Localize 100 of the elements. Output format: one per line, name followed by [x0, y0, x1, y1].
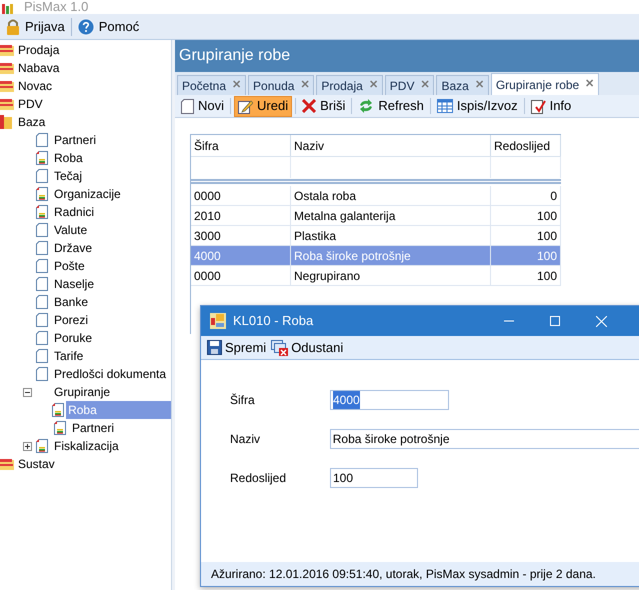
tree-item[interactable]: Baza [16, 113, 48, 131]
toolbar-button[interactable]: Spremi [207, 338, 266, 358]
toolbar-button[interactable]: Uredi [234, 96, 292, 116]
dialog-title: KL010 - Roba [233, 312, 314, 330]
table-cell: 100 [491, 266, 561, 286]
toolbar-button[interactable]: Refresh [355, 96, 427, 116]
tree-item[interactable]: Valute [52, 221, 90, 239]
table-cell: 2010 [191, 206, 291, 226]
tree-item[interactable]: Nabava [16, 59, 62, 77]
tab[interactable]: Baza ✕ [436, 75, 489, 95]
report-icon [36, 187, 48, 201]
checklist-icon [530, 98, 546, 114]
pencil-icon [238, 98, 254, 114]
menu-button[interactable]: Pomoć [76, 16, 142, 36]
column-header[interactable]: Naziv [291, 135, 491, 156]
table-cell: 0000 [191, 186, 291, 206]
table-cell: Ostala roba [291, 186, 491, 206]
plus-icon [24, 444, 30, 448]
input-field[interactable]: Roba široke potrošnje [330, 429, 639, 449]
table-cell: 0 [491, 186, 561, 206]
tree-item[interactable]: Grupiranje [52, 383, 112, 401]
table-cell: 100 [491, 246, 561, 266]
tree-item[interactable]: Partneri [52, 131, 98, 149]
app-logo-icon [2, 4, 16, 14]
tree-item[interactable]: Radnici [52, 203, 96, 221]
table-cell: Metalna galanterija [291, 206, 491, 226]
collapse-toggle[interactable] [22, 388, 32, 396]
tab-label: Početna [182, 78, 226, 94]
folder-icon [0, 458, 14, 470]
column-header[interactable]: Redoslijed [491, 135, 561, 156]
tab[interactable]: Početna ✕ [177, 75, 246, 95]
tab-label: Ponuda [253, 78, 294, 94]
refresh-icon [358, 99, 374, 113]
tree-item[interactable]: Poruke [52, 329, 94, 347]
tree-item[interactable]: Novac [16, 77, 54, 95]
tree-item[interactable]: Roba [52, 149, 85, 167]
page-icon [36, 169, 48, 183]
tab-label: PDV [390, 78, 414, 94]
folder-icon [0, 98, 14, 110]
input-field[interactable]: 4000 [330, 390, 449, 410]
field-label: Naziv [230, 431, 262, 448]
toolbar-button[interactable]: Info [528, 96, 574, 116]
table-row[interactable]: 0000 Negrupirano 100 [191, 266, 561, 286]
toolbar-button[interactable]: Briši [299, 96, 348, 116]
tree-item[interactable]: Tarife [52, 347, 86, 365]
tree-item[interactable]: Banke [52, 293, 90, 311]
tab-label: Grupiranje robe [496, 76, 580, 94]
tree-item[interactable]: Države [52, 239, 94, 257]
tab-label: Prodaja [321, 78, 363, 94]
maximize-icon [550, 316, 560, 326]
expand-toggle[interactable] [22, 442, 32, 450]
report-icon [36, 151, 48, 165]
tree-item[interactable]: Predlošci dokumenta [52, 365, 168, 383]
close-icon[interactable]: ✕ [585, 76, 594, 93]
page-icon [36, 259, 48, 273]
menu-button[interactable]: Prijava [4, 16, 67, 36]
tree-item[interactable]: Partneri [70, 419, 116, 437]
tree-item[interactable]: Prodaja [16, 41, 62, 59]
tree-item[interactable]: PDV [16, 95, 45, 113]
help-icon [78, 18, 94, 34]
field-label: Šifra [230, 392, 256, 409]
folder-icon [0, 62, 14, 74]
cancel-windows-icon [271, 340, 288, 356]
tree-item[interactable]: Sustav [16, 455, 57, 473]
page-icon [36, 133, 48, 147]
folder-icon [0, 80, 14, 92]
page-icon [36, 367, 48, 381]
page-icon [36, 241, 48, 255]
page-icon [36, 295, 48, 309]
report-icon [54, 421, 66, 435]
folder-icon [0, 44, 14, 56]
page-icon [36, 277, 48, 291]
tree-item[interactable]: Pošte [52, 257, 87, 275]
tab[interactable]: Prodaja ✕ [316, 75, 383, 95]
book-icon [0, 115, 12, 129]
minus-icon [24, 390, 30, 394]
table-row[interactable]: 0000 Ostala roba 0 [191, 186, 561, 206]
table-row[interactable]: 2010 Metalna galanterija 100 [191, 206, 561, 226]
field-label: Redoslijed [230, 470, 288, 487]
tab[interactable]: Grupiranje robe ✕ [490, 73, 600, 95]
toolbar-button[interactable]: Odustani [271, 338, 344, 358]
table-cell: Roba široke potrošnje [291, 246, 491, 266]
tab[interactable]: PDV ✕ [384, 75, 434, 95]
toolbar-button[interactable]: Ispis/Izvoz [434, 96, 521, 116]
status-bar: Ažurirano: 12.01.2016 09:51:40, utorak, PisMax sysadmin - prije 2 dana. [201, 562, 639, 586]
tree-item[interactable]: Porezi [52, 311, 90, 329]
page-icon [36, 331, 48, 345]
report-icon [36, 439, 48, 453]
panel-header: Grupiranje robe [175, 40, 639, 72]
tab[interactable]: Ponuda ✕ [248, 75, 314, 95]
input-field[interactable]: 100 [330, 468, 418, 488]
column-header[interactable]: Šifra [191, 135, 291, 156]
toolbar-button[interactable]: Novi [178, 96, 228, 116]
tree-item[interactable]: Naselje [52, 275, 96, 293]
tree-item[interactable]: Tečaj [52, 167, 84, 185]
page-icon [36, 313, 48, 327]
tree-item[interactable]: Fiskalizacija [52, 437, 121, 455]
page-icon [181, 98, 194, 114]
padlock-icon [6, 18, 20, 34]
tree-item[interactable]: Organizacije [52, 185, 123, 203]
